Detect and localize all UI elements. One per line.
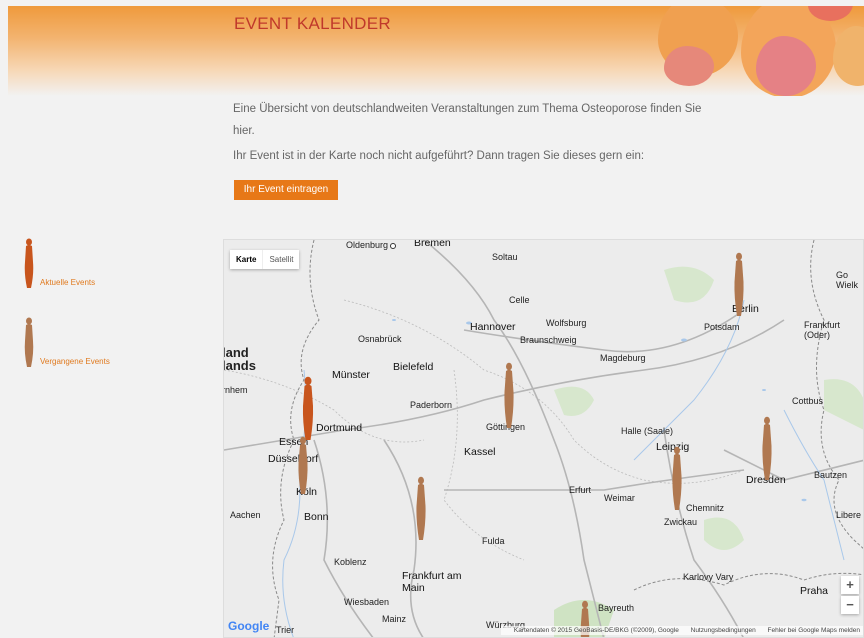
city-label: Bremen (414, 239, 451, 249)
terms-link[interactable]: Nutzungsbedingungen (691, 627, 756, 634)
city-label: Aachen (230, 510, 261, 520)
city-label: Koblenz (334, 557, 367, 567)
city-label: Mainz (382, 614, 407, 624)
city-label: Kassel (464, 446, 496, 458)
past-event-pin[interactable] (414, 476, 428, 542)
current-event-pin[interactable] (300, 376, 316, 442)
city-label: Weimar (604, 493, 635, 503)
city-label: Potsdam (704, 322, 740, 332)
city-label: Frankfurt am Main (402, 570, 462, 594)
city-label: Braunschweig (520, 335, 577, 345)
city-label: Chemnitz (686, 503, 725, 513)
city-label: Erfurt (569, 485, 592, 495)
city-label: Go Wielk (836, 270, 858, 290)
city-label: Praha (800, 585, 829, 597)
report-error-link[interactable]: Fehler bei Google Maps melden (768, 627, 861, 634)
zoom-in-button[interactable]: + (841, 576, 859, 594)
google-logo: Google (228, 619, 270, 633)
intro-text: Eine Übersicht von deutschlandweiten Ver… (233, 103, 702, 137)
city-label: Bielefeld (393, 361, 434, 373)
map-type-control: Karte Satellit (230, 250, 300, 269)
event-map[interactable]: Karte Satellit Oldenburg Bremen Soltau C… (223, 239, 864, 638)
city-label: Wolfsburg (546, 318, 587, 328)
past-event-pin[interactable] (760, 416, 774, 482)
legend-past: Vergangene Events (22, 317, 110, 371)
city-label: Trier (276, 625, 295, 635)
past-event-pin[interactable] (670, 446, 684, 512)
city-label: Frankfurt (Oder) (804, 320, 841, 340)
city-label: Karlovy Vary (683, 572, 734, 582)
city-label: Dortmund (316, 422, 363, 434)
city-label: Bonn (304, 511, 329, 523)
legend-current-label: Aktuelle Events (40, 278, 96, 287)
city-label: Cottbus (792, 396, 824, 406)
zoom-out-button[interactable]: − (841, 596, 859, 614)
city-label: Paderborn (410, 400, 453, 410)
decorative-blob (833, 26, 864, 86)
attribution-text: Kartendaten © 2015 GeoBasis-DE/BKG (©200… (513, 627, 679, 634)
city-label: Münster (332, 369, 370, 381)
past-event-pin[interactable] (502, 362, 516, 430)
cta-text: Ihr Event ist in der Karte noch nicht au… (233, 150, 645, 162)
city-label: Libere (836, 510, 862, 520)
decorative-blob (664, 46, 714, 86)
page-title: EVENT KALENDER (234, 14, 391, 33)
city-label: Bautzen (814, 470, 848, 480)
legend-past-label: Vergangene Events (40, 357, 110, 366)
city-label: Bayreuth (598, 603, 635, 613)
header-banner (8, 6, 864, 96)
city-label: Wiesbaden (344, 597, 390, 607)
city-label: Magdeburg (600, 353, 646, 363)
city-label: rnhem (223, 385, 248, 395)
tab-karte[interactable]: Karte (230, 250, 262, 269)
city-label: Zwickau (664, 517, 698, 527)
current-event-pin-icon (24, 238, 34, 288)
city-label: Fulda (482, 536, 505, 546)
city-label: Hannover (470, 321, 516, 333)
city-label: Osnabrück (358, 334, 402, 344)
past-event-pin-icon (24, 317, 34, 367)
city-label: Celle (509, 295, 530, 305)
city-label: Soltau (492, 252, 518, 262)
city-label: land lands (223, 345, 256, 373)
city-label: Halle (Saale) (621, 426, 674, 436)
past-event-pin[interactable] (732, 252, 746, 318)
past-event-pin[interactable] (296, 436, 310, 496)
decorative-blob (756, 36, 816, 96)
add-event-button[interactable]: Ihr Event eintragen (234, 180, 338, 200)
legend-current: Aktuelle Events (22, 238, 95, 292)
city-label: Düsseldorf (268, 453, 319, 465)
map-attribution: Kartendaten © 2015 GeoBasis-DE/BKG (©200… (500, 626, 863, 635)
tab-satellit[interactable]: Satellit (262, 250, 299, 269)
city-label: Oldenburg (346, 240, 397, 250)
